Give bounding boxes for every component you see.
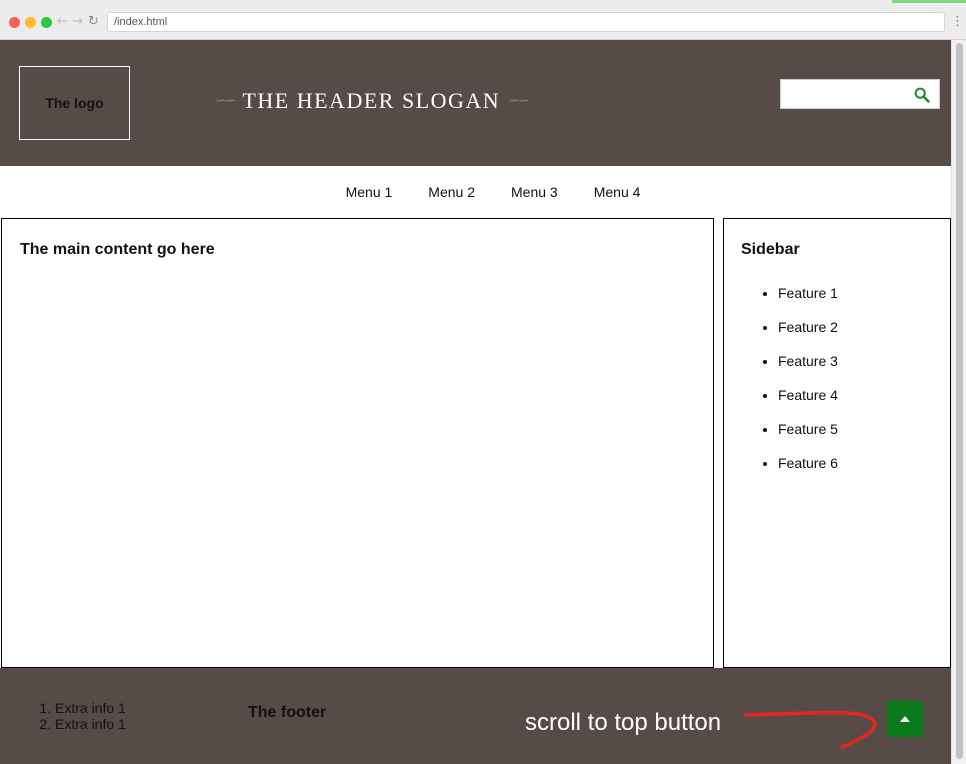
main-heading: The main content go here	[20, 241, 215, 258]
reload-icon[interactable]: ↻	[88, 13, 99, 31]
feature-item-6: Feature 6	[778, 453, 838, 487]
extra-info-item-2: Extra info 1	[55, 716, 126, 732]
search-icon[interactable]	[914, 87, 930, 103]
close-window-button[interactable]	[9, 17, 20, 28]
main-menu: Menu 1 Menu 2 Menu 3 Menu 4	[1, 166, 951, 218]
ornament-right-icon: ∽∽	[508, 93, 530, 109]
slogan-text: THE HEADER SLOGAN	[242, 88, 501, 113]
extra-info-list: Extra info 1 Extra info 1	[39, 700, 126, 732]
footer-title: The footer	[248, 704, 327, 721]
feature-item-1: Feature 1	[778, 283, 838, 317]
page-footer: Extra info 1 Extra info 1 The footer scr…	[0, 668, 951, 764]
caret-up-icon	[900, 716, 910, 722]
scrollbar-thumb[interactable]	[956, 43, 963, 759]
browser-toolbar: ← → ↻ /index.html ⋮	[0, 0, 966, 40]
vertical-scrollbar[interactable]	[951, 40, 966, 764]
annotation-arrow-icon	[744, 710, 877, 749]
extra-info-item-1: Extra info 1	[55, 700, 126, 716]
feature-item-3: Feature 3	[778, 351, 838, 385]
scroll-to-top-button[interactable]	[887, 701, 923, 737]
browser-window: ← → ↻ /index.html ⋮ The logo ∽∽ THE HEAD…	[0, 0, 966, 764]
search-input[interactable]	[781, 80, 921, 108]
menu-item-3[interactable]: Menu 3	[511, 184, 558, 200]
logo[interactable]: The logo	[19, 66, 130, 140]
menu-item-4[interactable]: Menu 4	[594, 184, 641, 200]
sidebar-title: Sidebar	[741, 241, 800, 258]
feature-item-2: Feature 2	[778, 317, 838, 351]
minimize-window-button[interactable]	[25, 17, 36, 28]
maximize-window-button[interactable]	[41, 17, 52, 28]
annotation-text: scroll to top button	[525, 709, 722, 736]
feature-item-5: Feature 5	[778, 419, 838, 453]
search-box	[780, 79, 940, 109]
corner-indicator	[892, 0, 966, 3]
arrow-right-icon[interactable]: →	[72, 13, 83, 31]
menu-item-2[interactable]: Menu 2	[428, 184, 475, 200]
header-slogan: ∽∽ THE HEADER SLOGAN ∽∽	[207, 88, 536, 114]
logo-text: The logo	[45, 95, 104, 111]
arrow-left-icon[interactable]: ←	[57, 13, 68, 31]
feature-item-4: Feature 4	[778, 385, 838, 419]
page-header: The logo ∽∽ THE HEADER SLOGAN ∽∽	[0, 40, 951, 166]
sidebar: Sidebar Feature 1 Feature 2 Feature 3 Fe…	[723, 218, 951, 668]
kebab-menu-icon[interactable]: ⋮	[951, 13, 964, 31]
feature-list: Feature 1 Feature 2 Feature 3 Feature 4 …	[724, 283, 838, 487]
address-bar[interactable]: /index.html	[107, 12, 945, 32]
main-content: The main content go here	[1, 218, 714, 668]
ornament-left-icon: ∽∽	[215, 93, 237, 109]
menu-item-1[interactable]: Menu 1	[346, 184, 393, 200]
